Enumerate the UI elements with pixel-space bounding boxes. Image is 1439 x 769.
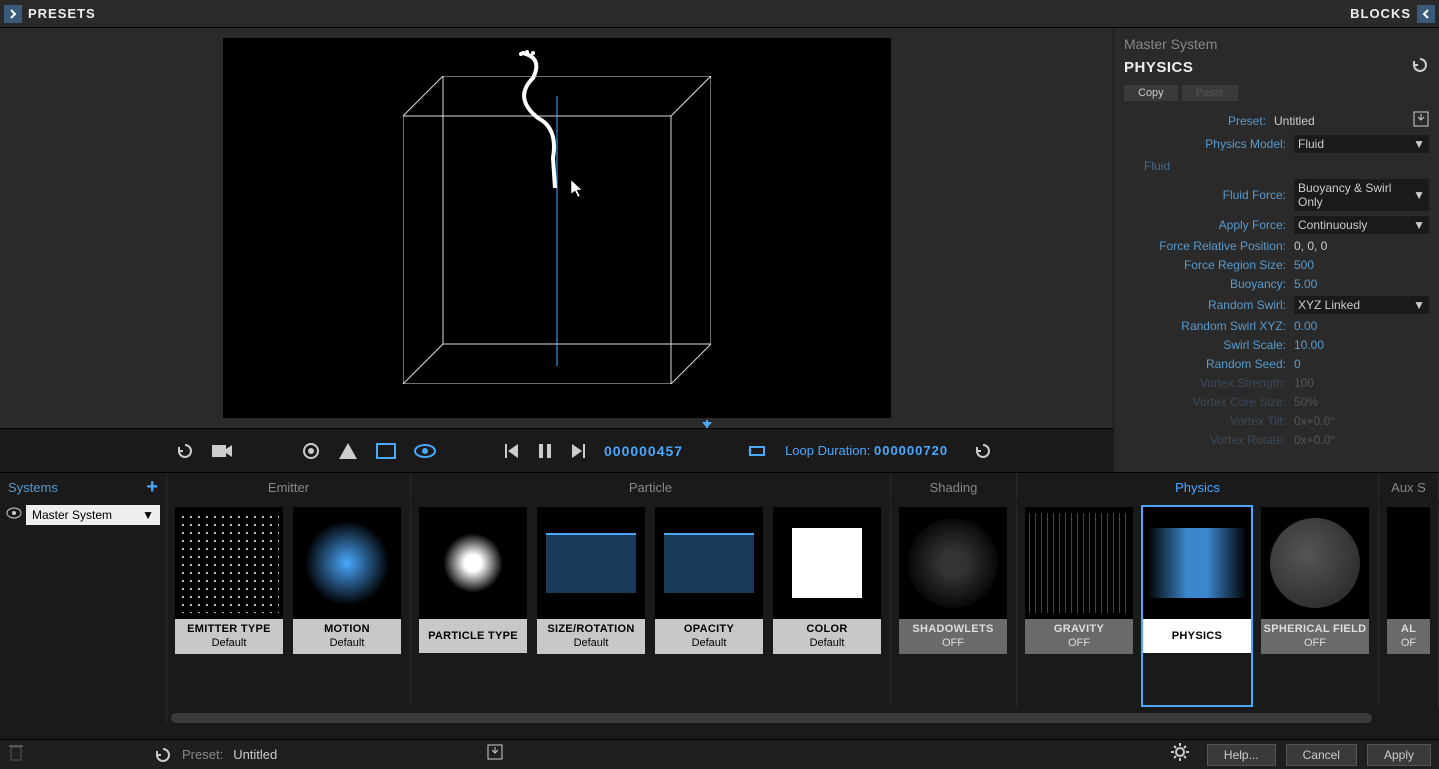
particle-trail xyxy=(503,48,583,188)
copy-button[interactable]: Copy xyxy=(1124,85,1178,101)
bottom-bar: Preset: Untitled Help... Cancel Apply xyxy=(0,739,1439,769)
buoyancy-label: Buoyancy: xyxy=(1124,277,1294,291)
rswirl-select[interactable]: XYZ Linked▼ xyxy=(1294,296,1429,314)
apply-force-label: Apply Force: xyxy=(1124,218,1294,232)
rseed-label: Random Seed: xyxy=(1124,357,1294,371)
blocks-toggle[interactable] xyxy=(1417,5,1435,23)
properties-panel: Master System PHYSICS Copy Paste Preset:… xyxy=(1113,28,1439,472)
bottom-preset-value[interactable]: Untitled xyxy=(233,747,277,762)
systems-label: Systems xyxy=(8,480,58,495)
region-value[interactable]: 500 xyxy=(1294,258,1429,272)
vstrength-label: Vortex Strength: xyxy=(1124,376,1294,390)
bottom-preset-label: Preset: xyxy=(182,747,223,762)
scrollbar-thumb[interactable] xyxy=(171,713,1372,723)
header-physics: Physics xyxy=(1017,473,1379,501)
viewport-area: 000000457 Loop Duration: 000000720 xyxy=(0,28,1113,472)
presets-toggle[interactable] xyxy=(4,5,22,23)
trash-icon[interactable] xyxy=(8,743,24,766)
model-label: Physics Model: xyxy=(1124,137,1294,151)
system-select[interactable]: Master System▼ xyxy=(26,505,160,525)
rswirlxyz-value[interactable]: 0.00 xyxy=(1294,319,1429,333)
paste-button: Paste xyxy=(1182,85,1238,101)
frame-icon[interactable] xyxy=(376,443,396,459)
add-system-button[interactable]: + xyxy=(146,476,158,499)
rel-pos-label: Force Relative Position: xyxy=(1124,239,1294,253)
skip-back-icon[interactable] xyxy=(504,443,520,459)
buoyancy-value[interactable]: 5.00 xyxy=(1294,277,1429,291)
header-particle: Particle xyxy=(411,473,891,501)
header-aux: Aux S xyxy=(1379,473,1439,501)
fluid-section-label: Fluid xyxy=(1144,159,1429,173)
block-physics[interactable]: PHYSICS xyxy=(1141,505,1253,707)
settings-icon[interactable] xyxy=(1171,743,1189,766)
loop-value: 000000720 xyxy=(874,443,948,458)
systems-column: Systems + Master System▼ xyxy=(0,473,167,725)
help-button[interactable]: Help... xyxy=(1207,744,1276,766)
block-emitter-type[interactable]: EMITTER TYPEDefault xyxy=(173,505,285,707)
rel-pos-value[interactable]: 0, 0, 0 xyxy=(1294,239,1429,253)
vcore-value: 50% xyxy=(1294,395,1429,409)
vtilt-label: Vortex Tilt: xyxy=(1124,414,1294,428)
presets-label: PRESETS xyxy=(28,6,96,21)
block-aux[interactable]: ALOF xyxy=(1385,505,1432,707)
target-icon[interactable] xyxy=(302,442,320,460)
block-spherical-field[interactable]: SPHERICAL FIELDOFF xyxy=(1259,505,1371,707)
vrot-label: Vortex Rotate: xyxy=(1124,433,1294,447)
apply-force-select[interactable]: Continuously▼ xyxy=(1294,216,1429,234)
system-title: Master System xyxy=(1124,36,1429,52)
header-shading: Shading xyxy=(891,473,1017,501)
reset-icon[interactable] xyxy=(1411,56,1429,79)
visibility-toggle-icon[interactable] xyxy=(6,506,22,524)
blocks-label: BLOCKS xyxy=(1350,6,1411,21)
top-bar: PRESETS BLOCKS xyxy=(0,0,1439,28)
fluid-force-label: Fluid Force: xyxy=(1124,188,1294,202)
camera-icon[interactable] xyxy=(212,443,234,459)
viewport-canvas[interactable] xyxy=(223,38,891,418)
reset-loop-icon[interactable] xyxy=(974,442,992,460)
block-gravity[interactable]: GRAVITYOFF xyxy=(1023,505,1135,707)
blocks-scrollbar[interactable] xyxy=(171,711,1435,725)
frame-counter[interactable]: 000000457 xyxy=(604,443,683,459)
save-bottom-icon[interactable] xyxy=(487,744,503,765)
undo-icon[interactable] xyxy=(176,442,194,460)
block-size-rotation[interactable]: SIZE/ROTATIONDefault xyxy=(535,505,647,707)
preset-value[interactable]: Untitled xyxy=(1274,114,1409,128)
rswirlxyz-label: Random Swirl XYZ: xyxy=(1124,319,1294,333)
props-heading: PHYSICS xyxy=(1124,59,1193,76)
block-motion[interactable]: MOTIONDefault xyxy=(291,505,403,707)
apply-button[interactable]: Apply xyxy=(1367,744,1431,766)
vcore-label: Vortex Core Size: xyxy=(1124,395,1294,409)
save-preset-icon[interactable] xyxy=(1413,111,1429,130)
sscale-value[interactable]: 10.00 xyxy=(1294,338,1429,352)
fluid-force-select[interactable]: Buoyancy & Swirl Only▼ xyxy=(1294,179,1429,211)
skip-forward-icon[interactable] xyxy=(570,443,586,459)
rseed-value[interactable]: 0 xyxy=(1294,357,1429,371)
visibility-icon[interactable] xyxy=(414,444,436,458)
playback-bar: 000000457 Loop Duration: 000000720 xyxy=(0,428,1113,472)
cursor-icon xyxy=(571,180,585,198)
blocks-strip: Systems + Master System▼ Emitter Particl… xyxy=(0,472,1439,725)
loop-duration[interactable]: Loop Duration: 000000720 xyxy=(785,443,948,458)
block-particle-type[interactable]: PARTICLE TYPE xyxy=(417,505,529,707)
preset-label: Preset: xyxy=(1124,114,1274,128)
block-shadowlets[interactable]: SHADOWLETSOFF xyxy=(897,505,1009,707)
region-label: Force Region Size: xyxy=(1124,258,1294,272)
vrot-value: 0x+0.0° xyxy=(1294,433,1429,447)
loop-label-text: Loop Duration: xyxy=(785,443,870,458)
loop-icon[interactable] xyxy=(747,444,767,458)
model-select[interactable]: Fluid▼ xyxy=(1294,135,1429,153)
block-color[interactable]: COLORDefault xyxy=(771,505,883,707)
cancel-button[interactable]: Cancel xyxy=(1286,744,1357,766)
block-opacity[interactable]: OPACITYDefault xyxy=(653,505,765,707)
undo-bottom-icon[interactable] xyxy=(154,746,172,764)
sscale-label: Swirl Scale: xyxy=(1124,338,1294,352)
warning-icon[interactable] xyxy=(338,442,358,460)
rswirl-label: Random Swirl: xyxy=(1124,298,1294,312)
vstrength-value: 100 xyxy=(1294,376,1429,390)
vtilt-value: 0x+0.0° xyxy=(1294,414,1429,428)
header-emitter: Emitter xyxy=(167,473,411,501)
pause-icon[interactable] xyxy=(538,443,552,459)
